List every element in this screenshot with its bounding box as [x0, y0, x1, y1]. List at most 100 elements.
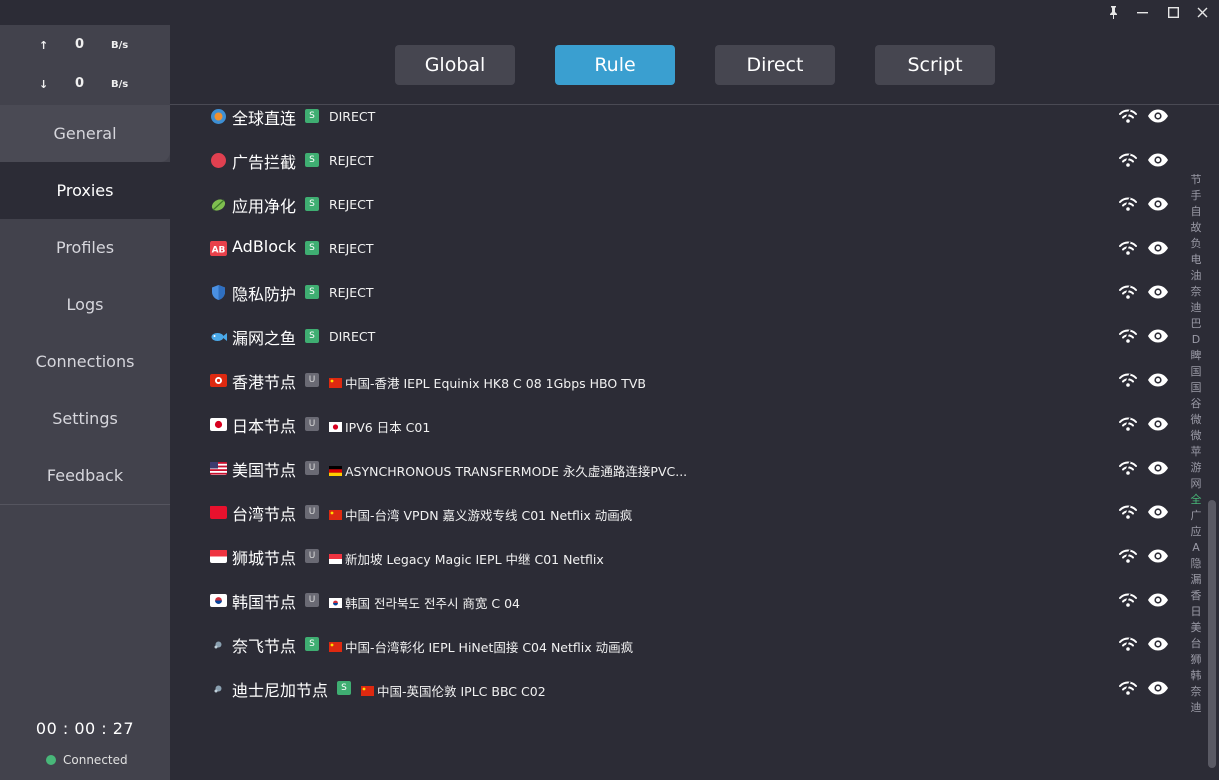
index-letter[interactable]: 国 [1191, 380, 1202, 396]
eye-icon[interactable] [1147, 591, 1169, 609]
eye-icon[interactable] [1147, 635, 1169, 653]
minimize-icon[interactable] [1127, 0, 1157, 25]
index-letter[interactable]: 日 [1191, 604, 1202, 620]
index-letter[interactable]: 迪 [1191, 700, 1202, 716]
latency-test-icon[interactable] [1118, 547, 1138, 565]
proxy-group-row[interactable]: 应用净化 S REJECT [170, 183, 1180, 227]
eye-icon[interactable] [1147, 151, 1169, 169]
index-letter[interactable]: 油 [1191, 268, 1202, 284]
index-letter[interactable]: 睥 [1191, 348, 1202, 364]
proxy-group-row[interactable]: 奈飞节点 S 中国-台湾彰化 IEPL HiNet固接 C04 Netflix 动画… [170, 623, 1180, 667]
index-letter[interactable]: 自 [1191, 204, 1202, 220]
latency-test-icon[interactable] [1118, 503, 1138, 521]
latency-test-icon[interactable] [1118, 327, 1138, 345]
proxy-group-row[interactable]: 漏网之鱼 S DIRECT [170, 315, 1180, 359]
maximize-icon[interactable] [1158, 0, 1188, 25]
index-letter[interactable]: 应 [1191, 524, 1202, 540]
download-speed: ↓ 0 B/s [0, 75, 170, 95]
eye-icon[interactable] [1147, 415, 1169, 433]
scrollbar[interactable] [1208, 500, 1216, 768]
upload-value: 0 [75, 37, 85, 52]
mode-direct-button[interactable]: Direct [715, 45, 835, 85]
proxy-group-name: 隐私防护 [232, 285, 297, 304]
nav-logs[interactable]: Logs [0, 276, 170, 333]
index-letter[interactable]: 负 [1191, 236, 1202, 252]
proxy-group-row[interactable]: 狮城节点 U 新加坡 Legacy Magic IEPL 中继 C01 Netfli… [170, 535, 1180, 579]
proxy-group-row[interactable]: AB AdBlock S REJECT [170, 227, 1180, 271]
index-letter[interactable]: 韩 [1191, 668, 1202, 684]
index-letter[interactable]: A [1192, 540, 1200, 556]
index-letter[interactable]: 游 [1191, 460, 1202, 476]
index-letter[interactable]: 香 [1191, 588, 1202, 604]
proxy-group-row[interactable]: 广告拦截 S REJECT [170, 139, 1180, 183]
latency-test-icon[interactable] [1118, 679, 1138, 697]
eye-icon[interactable] [1147, 459, 1169, 477]
index-letter[interactable]: 漏 [1191, 572, 1202, 588]
index-letter[interactable]: 微 [1191, 428, 1202, 444]
index-letter[interactable]: 奈 [1191, 284, 1202, 300]
index-letter[interactable]: 节 [1191, 172, 1202, 188]
latency-test-icon[interactable] [1118, 239, 1138, 257]
index-letter[interactable]: 手 [1191, 188, 1202, 204]
nav-feedback[interactable]: Feedback [0, 447, 170, 504]
eye-icon[interactable] [1147, 679, 1169, 697]
index-letter[interactable]: 电 [1191, 252, 1202, 268]
proxy-group-row[interactable]: 台湾节点 U 中国-台湾 VPDN 嘉义游戏专线 C01 Netflix 动画疯 [170, 491, 1180, 535]
current-proxy-label: 中国-台湾 VPDN 嘉义游戏专线 C01 Netflix 动画疯 [345, 508, 633, 523]
proxy-group-row[interactable]: 韩国节点 U 韩国 전라북도 전주시 商宽 C 04 [170, 579, 1180, 623]
proxy-group-row[interactable]: 全球直连 S DIRECT [170, 105, 1180, 139]
eye-icon[interactable] [1147, 503, 1169, 521]
index-letter[interactable]: 网 [1191, 476, 1202, 492]
latency-test-icon[interactable] [1118, 591, 1138, 609]
ab-icon: AB [210, 240, 227, 257]
nav-proxies[interactable]: Proxies [0, 162, 170, 219]
proxy-group-row[interactable]: 迪士尼加节点 S 中国-英国伦敦 IPLC BBC C02 [170, 667, 1180, 711]
mode-rule-button[interactable]: Rule [555, 45, 675, 85]
index-letter[interactable]: 台 [1191, 636, 1202, 652]
download-value: 0 [75, 76, 85, 91]
index-letter[interactable]: 苹 [1191, 444, 1202, 460]
eye-icon[interactable] [1147, 371, 1169, 389]
proxy-group-row[interactable]: 日本节点 U IPV6 日本 C01 [170, 403, 1180, 447]
nav-profiles[interactable]: Profiles [0, 219, 170, 276]
index-letter[interactable]: 隐 [1191, 556, 1202, 572]
proxy-group-row[interactable]: 隐私防护 S REJECT [170, 271, 1180, 315]
eye-icon[interactable] [1147, 327, 1169, 345]
latency-test-icon[interactable] [1118, 195, 1138, 213]
pin-icon[interactable] [1098, 0, 1128, 25]
index-letter[interactable]: 全 [1191, 492, 1202, 508]
proxy-group-row[interactable]: 美国节点 U ASYNCHRONOUS TRANSFERMODE 永久虚通路连接PV… [170, 447, 1180, 491]
index-letter[interactable]: 美 [1191, 620, 1202, 636]
eye-icon[interactable] [1147, 107, 1169, 125]
index-letter[interactable]: 国 [1191, 364, 1202, 380]
proxy-group-row[interactable]: 香港节点 U 中国-香港 IEPL Equinix HK8 C 08 1Gbps H… [170, 359, 1180, 403]
nav-settings[interactable]: Settings [0, 390, 170, 447]
close-icon[interactable] [1187, 0, 1217, 25]
proxy-group-name: 日本节点 [232, 417, 297, 436]
index-letter[interactable]: 广 [1191, 508, 1202, 524]
latency-test-icon[interactable] [1118, 371, 1138, 389]
index-letter[interactable]: 奈 [1191, 684, 1202, 700]
eye-icon[interactable] [1147, 195, 1169, 213]
eye-icon[interactable] [1147, 283, 1169, 301]
latency-test-icon[interactable] [1118, 283, 1138, 301]
index-letter[interactable]: 故 [1191, 220, 1202, 236]
latency-test-icon[interactable] [1118, 459, 1138, 477]
nav-connections[interactable]: Connections [0, 333, 170, 390]
mode-global-button[interactable]: Global [395, 45, 515, 85]
index-letter[interactable]: 迪 [1191, 300, 1202, 316]
latency-test-icon[interactable] [1118, 415, 1138, 433]
latency-test-icon[interactable] [1118, 635, 1138, 653]
current-proxy: REJECT [329, 241, 374, 256]
mode-script-button[interactable]: Script [875, 45, 995, 85]
index-letter[interactable]: 巴 [1191, 316, 1202, 332]
latency-test-icon[interactable] [1118, 151, 1138, 169]
index-letter[interactable]: 谷 [1191, 396, 1202, 412]
latency-test-icon[interactable] [1118, 107, 1138, 125]
eye-icon[interactable] [1147, 547, 1169, 565]
eye-icon[interactable] [1147, 239, 1169, 257]
index-letter[interactable]: 微 [1191, 412, 1202, 428]
index-letter[interactable]: D [1192, 332, 1200, 348]
index-letter[interactable]: 狮 [1191, 652, 1202, 668]
nav-general[interactable]: General [0, 105, 170, 162]
